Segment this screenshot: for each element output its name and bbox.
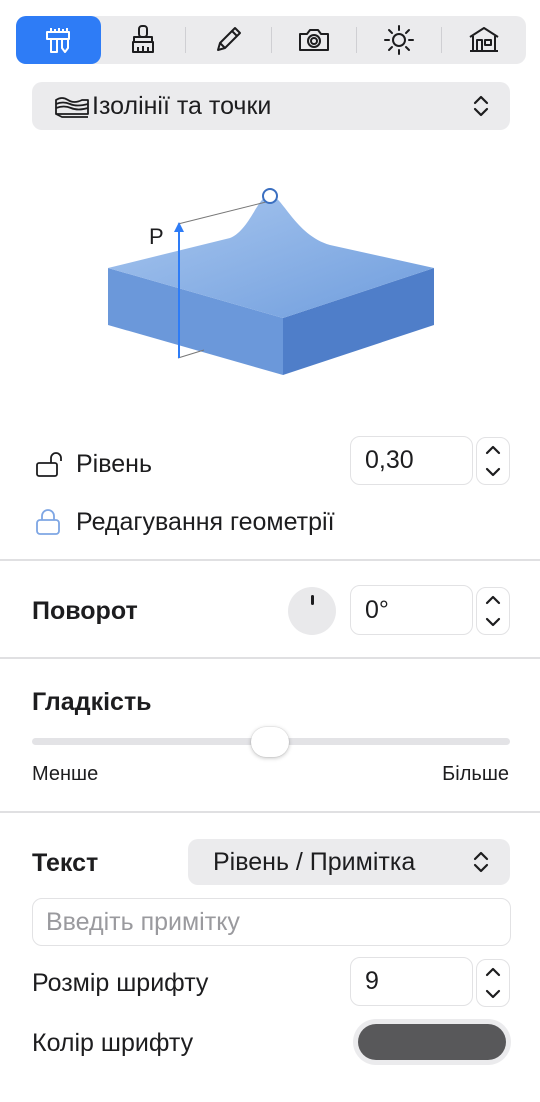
height-label: P (149, 224, 164, 249)
font-color-swatch (358, 1024, 506, 1060)
lock-icon (36, 509, 60, 535)
terrain-illustration: P (108, 188, 434, 375)
section-divider (0, 657, 540, 659)
tool-draw[interactable] (186, 16, 270, 64)
smoothness-label: Гладкість (32, 687, 152, 716)
font-size-field[interactable]: 9 (350, 957, 473, 1006)
rotation-row: Поворот (32, 595, 138, 627)
mode-popup-label: Ізолінії та точки (92, 91, 272, 120)
chevron-up-icon[interactable] (483, 964, 503, 980)
text-row: Текст (32, 847, 98, 879)
section-divider (0, 811, 540, 813)
text-content-popup-label: Рівень / Примітка (213, 847, 416, 876)
tool-lighting[interactable] (357, 16, 441, 64)
text-label: Текст (32, 848, 99, 877)
rotation-label: Поворот (32, 596, 138, 625)
mode-popup[interactable]: Ізолінії та точки (32, 82, 510, 130)
pencil-icon (217, 27, 242, 51)
smoothness-max-label: Більше (442, 763, 509, 785)
sun-icon (383, 25, 414, 55)
paint-brush-icon (132, 25, 155, 53)
chevron-down-icon[interactable] (483, 464, 503, 480)
smoothness-slider-thumb[interactable] (251, 727, 289, 757)
chevron-up-icon[interactable] (483, 442, 503, 458)
edit-geometry-row[interactable]: Редагування геометрії (34, 504, 335, 540)
level-stepper[interactable] (476, 437, 510, 485)
peak-control-point[interactable] (262, 188, 278, 204)
level-row: Рівень (34, 444, 152, 484)
level-label: Рівень (76, 449, 152, 478)
tool-camera[interactable] (271, 16, 355, 64)
rotation-knob[interactable] (288, 587, 336, 635)
camera-icon (298, 29, 329, 51)
text-content-popup[interactable]: Рівень / Примітка (188, 839, 510, 885)
tool-measure[interactable] (16, 16, 102, 64)
building-icon (469, 27, 499, 52)
section-divider (0, 559, 540, 561)
rotation-stepper[interactable] (476, 587, 510, 635)
tool-selector (16, 16, 526, 64)
height-leader-bottom (177, 349, 205, 359)
contour-layers-icon (55, 97, 89, 118)
ruler-caliper-icon (45, 28, 70, 53)
edit-geometry-label: Редагування геометрії (76, 507, 335, 536)
font-color-row: Колір шрифту (32, 1027, 193, 1059)
font-size-label: Розмір шрифту (32, 968, 209, 997)
tool-paint[interactable] (101, 16, 185, 64)
font-size-row: Розмір шрифту (32, 967, 208, 999)
tool-building[interactable] (442, 16, 526, 64)
height-arrow-head (174, 222, 184, 232)
chevron-up-icon[interactable] (483, 592, 503, 608)
rotation-value-field[interactable]: 0° (350, 585, 473, 635)
lock-open-icon[interactable] (34, 450, 68, 478)
smoothness-row: Гладкість (32, 686, 152, 718)
font-size-stepper[interactable] (476, 959, 510, 1007)
note-input[interactable]: Введіть примітку (32, 898, 511, 946)
chevron-up-down-icon (473, 851, 489, 873)
level-value-field[interactable]: 0,30 (350, 436, 473, 485)
smoothness-min-label: Менше (32, 763, 99, 785)
chevron-down-icon[interactable] (483, 986, 503, 1002)
font-color-well[interactable] (353, 1019, 511, 1065)
chevron-up-down-icon (473, 95, 489, 117)
font-color-label: Колір шрифту (32, 1028, 194, 1057)
chevron-down-icon[interactable] (483, 614, 503, 630)
